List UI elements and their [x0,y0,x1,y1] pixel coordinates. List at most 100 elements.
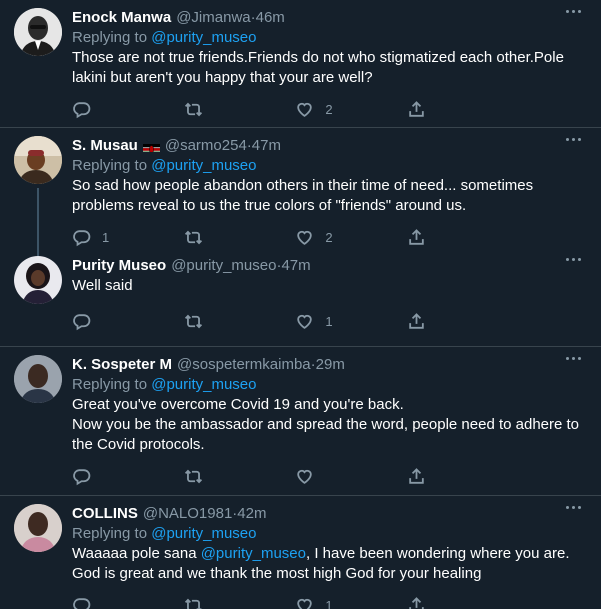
reply-button[interactable]: 1 [72,228,162,247]
tweet-text: Great you've overcome Covid 19 and you'r… [72,395,587,455]
more-icon[interactable] [566,258,581,261]
share-button[interactable] [407,467,497,486]
avatar-image [14,355,62,403]
tweet-header: K. Sospeter M @sospetermkaimba · 29m [72,355,587,375]
mention-link[interactable]: @purity_museo [151,29,256,46]
tweet[interactable]: Purity Museo @purity_museo · 47m Well sa… [0,256,601,347]
retweet-button[interactable] [184,596,274,609]
timestamp[interactable]: 29m [316,355,345,375]
timestamp[interactable]: 42m [237,504,266,524]
tweet-feed: Enock Manwa @Jimanwa · 46m Replying to @… [0,0,601,609]
timestamp[interactable]: 47m [252,136,281,156]
tweet-header: COLLINS @NALO1981 · 42m [72,504,587,524]
reply-icon [72,100,91,119]
like-button[interactable]: 1 [295,596,385,609]
tweet[interactable]: K. Sospeter M @sospetermkaimba · 29m Rep… [0,347,601,496]
tweet-header: S. Musau @sarmo254 · 47m [72,136,587,156]
handle[interactable]: @sarmo254 [165,136,247,156]
kenya-flag-icon [142,141,160,152]
mention-link[interactable]: @purity_museo [151,157,256,174]
handle[interactable]: @NALO1981 [143,504,232,524]
reply-button[interactable] [72,467,162,486]
tweet-header: Enock Manwa @Jimanwa · 46m [72,8,587,28]
timestamp[interactable]: 46m [256,8,285,28]
replying-to: Replying to @purity_museo [72,525,257,542]
heart-icon [295,228,314,247]
like-button[interactable]: 2 [295,100,385,119]
reply-icon [72,228,91,247]
tweet-actions: 2 [72,90,497,128]
tweet-text: Waaaaa pole sana @purity_museo, I have b… [72,545,570,582]
replying-to: Replying to @purity_museo [72,376,257,393]
reply-icon [72,596,91,609]
handle[interactable]: @Jimanwa [176,8,250,28]
like-button[interactable]: 2 [295,228,385,247]
tweet-text: Well said [72,277,133,294]
reply-button[interactable] [72,596,162,609]
like-count: 2 [325,101,333,117]
retweet-icon [184,228,203,247]
share-icon [407,312,426,331]
share-button[interactable] [407,596,497,609]
display-name[interactable]: S. Musau [72,136,138,156]
more-icon[interactable] [566,138,581,141]
tweet-actions [72,457,497,495]
avatar-image [14,8,62,56]
mention-link[interactable]: @purity_museo [151,525,256,542]
share-button[interactable] [407,100,497,119]
tweet-text-line: Now you be the ambassador and spread the… [72,416,580,453]
avatar[interactable] [14,355,62,403]
avatar[interactable] [14,504,62,552]
share-button[interactable] [407,228,497,247]
handle[interactable]: @purity_museo [171,256,276,276]
avatar-image [14,256,62,304]
tweet[interactable]: Enock Manwa @Jimanwa · 46m Replying to @… [0,0,601,128]
tweet-actions: 1 [72,586,497,609]
handle[interactable]: @sospetermkaimba [177,355,311,375]
avatar[interactable] [14,8,62,56]
retweet-button[interactable] [184,100,274,119]
avatar[interactable] [14,136,62,184]
reply-button[interactable] [72,100,162,119]
tweet[interactable]: S. Musau @sarmo254 · 47m Replying to @pu… [0,128,601,272]
like-count: 2 [325,229,333,245]
share-icon [407,596,426,609]
tweet-text-line: Great you've overcome Covid 19 and you'r… [72,396,404,413]
heart-icon [295,100,314,119]
retweet-button[interactable] [184,228,274,247]
avatar[interactable] [14,256,62,304]
retweet-icon [184,100,203,119]
tweet-actions: 1 2 [72,218,497,256]
mention-link[interactable]: @purity_museo [151,376,256,393]
reply-button[interactable] [72,312,162,331]
retweet-icon [184,467,203,486]
more-icon[interactable] [566,506,581,509]
tweet-text: Those are not true friends.Friends do no… [72,49,564,86]
share-icon [407,228,426,247]
heart-icon [295,312,314,331]
reply-count: 1 [102,229,110,245]
retweet-button[interactable] [184,312,274,331]
like-button[interactable] [295,467,385,486]
share-icon [407,467,426,486]
avatar-image [14,136,62,184]
retweet-button[interactable] [184,467,274,486]
tweet[interactable]: COLLINS @NALO1981 · 42m Replying to @pur… [0,496,601,609]
display-name[interactable]: Enock Manwa [72,8,171,28]
retweet-icon [184,312,203,331]
timestamp[interactable]: 47m [281,256,310,276]
more-icon[interactable] [566,10,581,13]
like-count: 1 [325,597,333,609]
like-count: 1 [325,313,333,329]
more-icon[interactable] [566,357,581,360]
display-name[interactable]: COLLINS [72,504,138,524]
tweet-text: So sad how people abandon others in thei… [72,177,534,214]
display-name[interactable]: Purity Museo [72,256,166,276]
display-name[interactable]: K. Sospeter M [72,355,172,375]
like-button[interactable]: 1 [295,312,385,331]
reply-icon [72,467,91,486]
mention-link[interactable]: @purity_museo [201,545,306,562]
retweet-icon [184,596,203,609]
replying-to: Replying to @purity_museo [72,157,257,174]
share-button[interactable] [407,312,497,331]
